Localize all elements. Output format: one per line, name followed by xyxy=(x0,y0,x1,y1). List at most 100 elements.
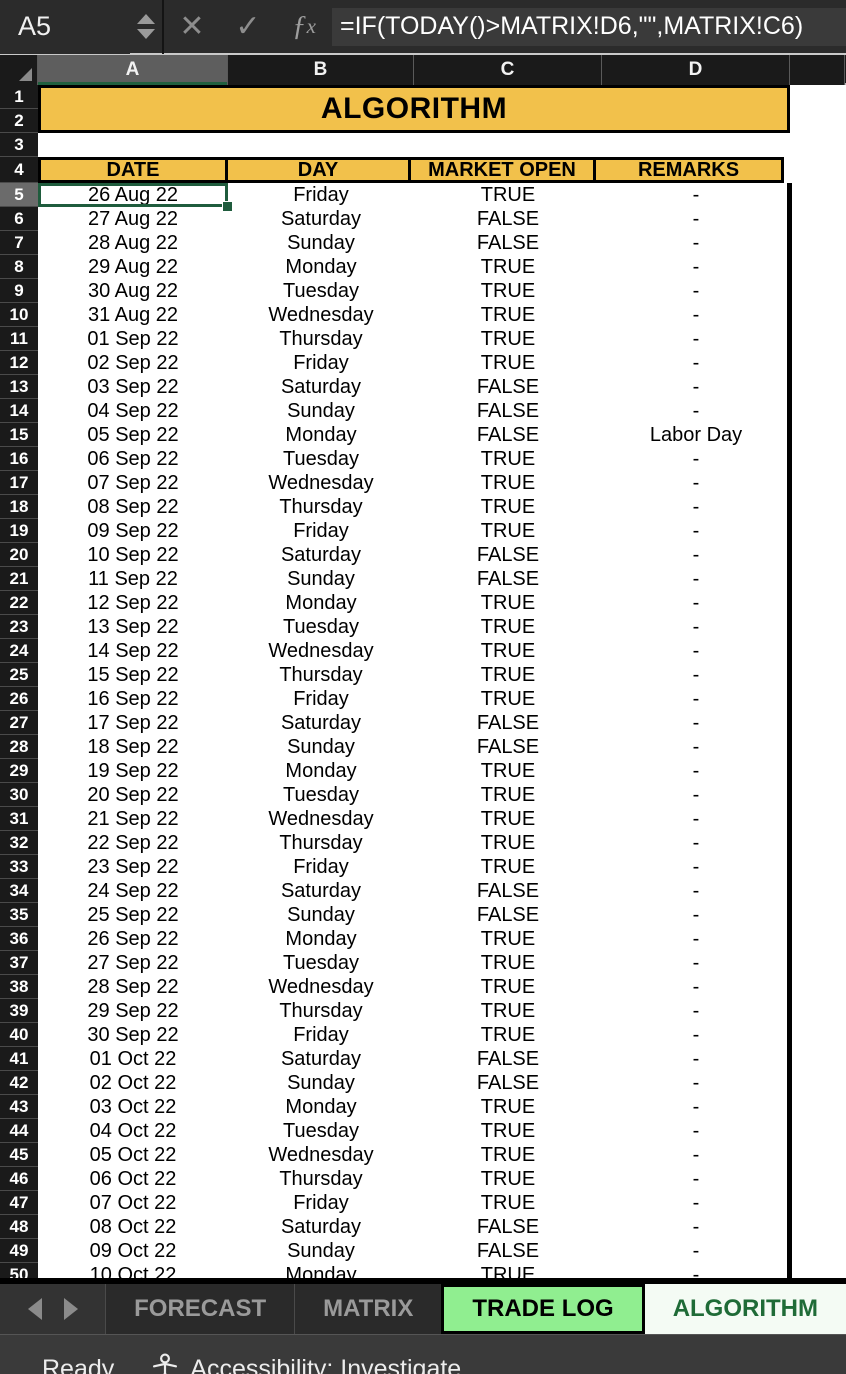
row-header-36[interactable]: 36 xyxy=(0,927,38,951)
cell-remarks[interactable]: - xyxy=(602,255,790,279)
cell-remarks[interactable]: - xyxy=(602,639,790,663)
cell-day[interactable]: Monday xyxy=(228,423,414,447)
cell-date[interactable]: 10 Sep 22 xyxy=(38,543,228,567)
row-header-13[interactable]: 13 xyxy=(0,375,38,399)
cell-day[interactable]: Sunday xyxy=(228,1071,414,1095)
cell-remarks[interactable]: - xyxy=(602,1023,790,1047)
cell-date[interactable]: 06 Sep 22 xyxy=(38,447,228,471)
cell-market-open[interactable]: TRUE xyxy=(414,687,602,711)
cell-market-open[interactable]: FALSE xyxy=(414,711,602,735)
row-header-34[interactable]: 34 xyxy=(0,879,38,903)
cell-remarks[interactable]: - xyxy=(602,1119,790,1143)
scroll-right-icon[interactable] xyxy=(63,1298,78,1320)
cell-remarks[interactable]: - xyxy=(602,1215,790,1239)
cell-date[interactable]: 26 Sep 22 xyxy=(38,927,228,951)
cell-market-open[interactable]: TRUE xyxy=(414,807,602,831)
cell-market-open[interactable]: FALSE xyxy=(414,375,602,399)
cell-remarks[interactable]: - xyxy=(602,1095,790,1119)
formula-input[interactable]: =IF(TODAY()>MATRIX!D6,"",MATRIX!C6) xyxy=(332,7,846,46)
cell-date[interactable]: 17 Sep 22 xyxy=(38,711,228,735)
cell-day[interactable]: Wednesday xyxy=(228,807,414,831)
cell-day[interactable]: Saturday xyxy=(228,543,414,567)
cell-remarks[interactable]: - xyxy=(602,903,790,927)
cell-market-open[interactable]: TRUE xyxy=(414,351,602,375)
cell-date[interactable]: 27 Sep 22 xyxy=(38,951,228,975)
cell-day[interactable]: Tuesday xyxy=(228,951,414,975)
cell-day[interactable]: Saturday xyxy=(228,1215,414,1239)
cell-market-open[interactable]: TRUE xyxy=(414,951,602,975)
row-header-24[interactable]: 24 xyxy=(0,639,38,663)
cell-day[interactable]: Sunday xyxy=(228,735,414,759)
cell-date[interactable]: 06 Oct 22 xyxy=(38,1167,228,1191)
row-header-37[interactable]: 37 xyxy=(0,951,38,975)
cell-market-open[interactable]: TRUE xyxy=(414,471,602,495)
cell-date[interactable]: 01 Oct 22 xyxy=(38,1047,228,1071)
cell-date[interactable]: 08 Sep 22 xyxy=(38,495,228,519)
row-header-28[interactable]: 28 xyxy=(0,735,38,759)
cell-market-open[interactable]: TRUE xyxy=(414,1191,602,1215)
row-header-12[interactable]: 12 xyxy=(0,351,38,375)
cell-market-open[interactable]: FALSE xyxy=(414,1047,602,1071)
column-header-c[interactable]: C xyxy=(414,55,602,85)
fill-handle[interactable] xyxy=(222,201,233,212)
cell-date[interactable]: 20 Sep 22 xyxy=(38,783,228,807)
select-all-corner[interactable] xyxy=(0,55,38,85)
cell-market-open[interactable]: TRUE xyxy=(414,495,602,519)
cell-date[interactable]: 28 Sep 22 xyxy=(38,975,228,999)
row-header-18[interactable]: 18 xyxy=(0,495,38,519)
cell-day[interactable]: Saturday xyxy=(228,711,414,735)
row-header-38[interactable]: 38 xyxy=(0,975,38,999)
row-header-23[interactable]: 23 xyxy=(0,615,38,639)
cell-date[interactable]: 22 Sep 22 xyxy=(38,831,228,855)
cell-remarks[interactable]: - xyxy=(602,447,790,471)
column-header-b[interactable]: B xyxy=(228,55,414,85)
cell-date[interactable]: 26 Aug 22 xyxy=(38,183,228,207)
cell-date[interactable]: 29 Aug 22 xyxy=(38,255,228,279)
cell-date[interactable]: 23 Sep 22 xyxy=(38,855,228,879)
cell-remarks[interactable]: - xyxy=(602,1167,790,1191)
cell-remarks[interactable]: - xyxy=(602,879,790,903)
row-header-48[interactable]: 48 xyxy=(0,1215,38,1239)
row-header-35[interactable]: 35 xyxy=(0,903,38,927)
row-header-33[interactable]: 33 xyxy=(0,855,38,879)
cell-remarks[interactable]: - xyxy=(602,183,790,207)
row-header-3[interactable]: 3 xyxy=(0,133,38,157)
cell-remarks[interactable]: Labor Day xyxy=(602,423,790,447)
cell-market-open[interactable]: TRUE xyxy=(414,1119,602,1143)
cell-market-open[interactable]: TRUE xyxy=(414,327,602,351)
cell-date[interactable]: 04 Oct 22 xyxy=(38,1119,228,1143)
name-box-spinner[interactable] xyxy=(130,0,164,54)
cell-market-open[interactable]: TRUE xyxy=(414,1263,602,1278)
cell-day[interactable]: Tuesday xyxy=(228,447,414,471)
row-header-42[interactable]: 42 xyxy=(0,1071,38,1095)
cell-remarks[interactable]: - xyxy=(602,687,790,711)
cell-market-open[interactable]: FALSE xyxy=(414,207,602,231)
cell-date[interactable]: 09 Oct 22 xyxy=(38,1239,228,1263)
cell-remarks[interactable]: - xyxy=(602,375,790,399)
scroll-left-icon[interactable] xyxy=(27,1298,42,1320)
cell-remarks[interactable]: - xyxy=(602,1263,790,1278)
cell-date[interactable]: 25 Sep 22 xyxy=(38,903,228,927)
cell-remarks[interactable]: - xyxy=(602,1191,790,1215)
cell-date[interactable]: 11 Sep 22 xyxy=(38,567,228,591)
cell-remarks[interactable]: - xyxy=(602,1047,790,1071)
cell-day[interactable]: Friday xyxy=(228,1191,414,1215)
cell-market-open[interactable]: TRUE xyxy=(414,999,602,1023)
row-header-47[interactable]: 47 xyxy=(0,1191,38,1215)
row-header-9[interactable]: 9 xyxy=(0,279,38,303)
cell-day[interactable]: Sunday xyxy=(228,399,414,423)
row-header-27[interactable]: 27 xyxy=(0,711,38,735)
cell-remarks[interactable]: - xyxy=(602,783,790,807)
row-header-32[interactable]: 32 xyxy=(0,831,38,855)
cell-date[interactable]: 04 Sep 22 xyxy=(38,399,228,423)
cell-market-open[interactable]: TRUE xyxy=(414,927,602,951)
cell-date[interactable]: 03 Sep 22 xyxy=(38,375,228,399)
cell-market-open[interactable]: FALSE xyxy=(414,231,602,255)
cell-date[interactable]: 02 Oct 22 xyxy=(38,1071,228,1095)
cell-remarks[interactable]: - xyxy=(602,471,790,495)
cell-market-open[interactable]: FALSE xyxy=(414,1239,602,1263)
cell-remarks[interactable]: - xyxy=(602,951,790,975)
sheet-tab-forecast[interactable]: FORECAST xyxy=(105,1284,295,1334)
cell-date[interactable]: 05 Oct 22 xyxy=(38,1143,228,1167)
row-header-43[interactable]: 43 xyxy=(0,1095,38,1119)
